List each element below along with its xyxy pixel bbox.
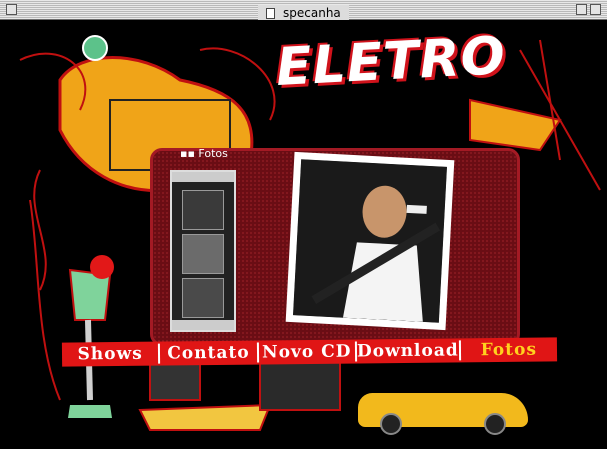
window-titlebar[interactable]: specanha [0, 0, 607, 21]
taxi-illustration [358, 393, 528, 435]
site-logo: ELETRO [274, 26, 508, 98]
window-title: specanha [283, 6, 341, 20]
taxi-wheel [380, 413, 402, 435]
nav-item-novo-cd[interactable]: Novo CD [258, 341, 358, 363]
taxi-wheel [484, 413, 506, 435]
flash-stage: ELETRO ▪▪ Fotos Shows Contato Novo CD Do… [0, 20, 607, 449]
zoom-box-button[interactable] [576, 4, 587, 15]
filmstrip-scroller[interactable] [170, 170, 236, 332]
filmstrip-up-arrow-icon[interactable] [172, 172, 234, 182]
nav-item-shows[interactable]: Shows [61, 343, 161, 365]
filmstrip-down-arrow-icon[interactable] [172, 320, 234, 330]
section-label: ▪▪ Fotos [180, 147, 228, 160]
collapse-box-button[interactable] [590, 4, 601, 15]
window-title-chip: specanha [258, 5, 349, 21]
document-icon [266, 8, 276, 19]
nav-item-fotos[interactable]: Fotos [461, 339, 558, 361]
film-thumbnail[interactable] [182, 234, 224, 274]
guitarist-photo [293, 159, 447, 323]
film-thumbnail[interactable] [182, 278, 224, 318]
nav-item-contato[interactable]: Contato [160, 342, 259, 364]
window-title-wrap: specanha [0, 2, 607, 21]
film-thumbnail[interactable] [182, 190, 224, 230]
guitarist-illustration [293, 159, 447, 323]
featured-photo [285, 151, 455, 331]
nav-item-download[interactable]: Download [356, 340, 461, 362]
